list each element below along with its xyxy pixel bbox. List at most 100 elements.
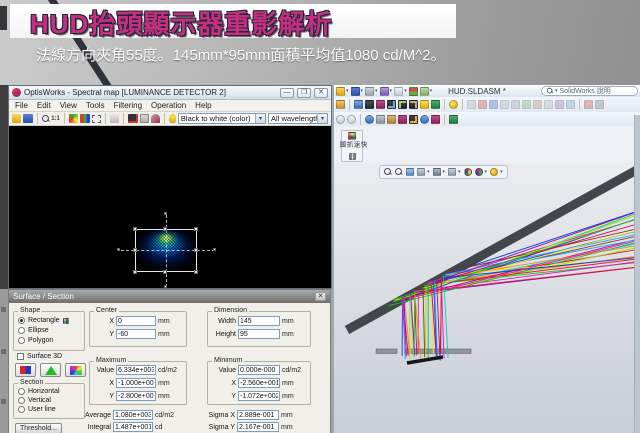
radio-icon[interactable] <box>18 388 25 395</box>
toolbar-icon-insert-component[interactable] <box>336 100 345 109</box>
radio-icon[interactable] <box>18 406 25 413</box>
task-pane-edge[interactable] <box>634 115 640 433</box>
selection-handle[interactable] <box>194 248 198 252</box>
selection-handle[interactable] <box>133 227 137 231</box>
menu-operation[interactable]: Operation <box>151 101 186 110</box>
view-orientation-icon[interactable] <box>433 168 441 176</box>
undo-icon[interactable] <box>380 87 389 96</box>
menu-view[interactable]: View <box>60 101 77 110</box>
selection-handle[interactable] <box>163 227 167 231</box>
radio-icon[interactable] <box>18 327 25 334</box>
print-icon[interactable] <box>365 87 374 96</box>
forward-icon[interactable] <box>347 115 356 124</box>
selection-rectangle[interactable] <box>135 229 197 272</box>
selection-handle[interactable] <box>133 248 137 252</box>
toolbar-icon-sketch[interactable] <box>376 115 385 124</box>
restore-icon[interactable]: ❐ <box>297 88 311 98</box>
sigma-x-input[interactable] <box>237 410 279 420</box>
save-icon[interactable] <box>23 114 32 123</box>
copy-icon[interactable] <box>110 114 119 123</box>
options-icon[interactable] <box>420 87 429 96</box>
max-value-input[interactable] <box>116 365 156 375</box>
edit-appearance-icon[interactable] <box>475 168 483 176</box>
zoom-area-icon[interactable] <box>395 168 403 176</box>
average-input[interactable] <box>113 410 153 420</box>
save-icon[interactable] <box>351 87 360 96</box>
selection-handle[interactable] <box>213 248 216 251</box>
close-icon[interactable]: ✕ <box>314 88 328 98</box>
selection-handle[interactable] <box>194 270 198 274</box>
section-option-user-line[interactable]: User line <box>18 406 56 413</box>
section-view-icon[interactable] <box>417 168 425 176</box>
rebuild-icon[interactable] <box>409 87 418 96</box>
toolbar-icon-assembly-features[interactable] <box>409 100 418 109</box>
close-icon[interactable]: ✕ <box>315 292 326 301</box>
toolbar-icon-smart-fasteners[interactable] <box>376 100 385 109</box>
toolbar-icon-mate[interactable] <box>354 100 363 109</box>
section-option-horizontal[interactable]: Horizontal <box>18 388 60 395</box>
selection-handle[interactable] <box>133 270 137 274</box>
width-input[interactable] <box>238 316 280 326</box>
zoom-1-1-icon[interactable]: 1:1 <box>51 116 60 122</box>
toolbar-icon-linear-pattern[interactable] <box>365 100 374 109</box>
center-x-input[interactable] <box>116 316 156 326</box>
toolbar-icon-reference[interactable] <box>420 100 429 109</box>
color-bars-button[interactable] <box>15 363 36 377</box>
hide-show-items-icon[interactable] <box>464 168 472 176</box>
solidworks-viewport[interactable]: ▾ ▾ ▾ ▾ ▾ <box>334 163 640 433</box>
adjust-icon[interactable] <box>140 114 149 123</box>
open-icon[interactable] <box>336 87 345 96</box>
optisworks-titlebar[interactable]: OptisWorks - Spectral map [LUMINANCE DET… <box>9 86 331 100</box>
min-y-input[interactable] <box>238 391 280 401</box>
shape-option-polygon[interactable]: Polygon <box>18 337 53 344</box>
surface-section-titlebar[interactable]: Surface / Section ✕ <box>9 290 330 303</box>
toolbar-icon-show-hidden[interactable] <box>398 100 407 109</box>
min-x-input[interactable] <box>238 378 280 388</box>
checkbox-icon[interactable] <box>17 353 24 360</box>
selection-handle[interactable] <box>164 285 167 288</box>
wavelength-select[interactable]: All wavelengths <box>268 113 328 124</box>
help-icon[interactable] <box>449 100 458 109</box>
toolbar-icon-move-component[interactable] <box>387 100 396 109</box>
radio-icon[interactable] <box>18 317 25 324</box>
sigma-y-input[interactable] <box>237 422 279 432</box>
shape-option-rectangle[interactable]: Rectangle <box>18 317 69 324</box>
shape-option-ellipse[interactable]: Ellipse <box>18 327 49 334</box>
max-x-input[interactable] <box>116 378 156 388</box>
chromatic-icon[interactable] <box>69 114 78 123</box>
center-y-input[interactable] <box>116 329 156 339</box>
select-icon[interactable] <box>394 87 403 96</box>
luminance-map-canvas[interactable] <box>9 126 331 288</box>
quick-capture-tab[interactable]: 快速抓圖 <box>341 130 363 162</box>
open-icon[interactable] <box>12 114 21 123</box>
height-input[interactable] <box>238 329 280 339</box>
toolbar-icon-display[interactable] <box>409 115 418 124</box>
toolbar-icon-view-settings[interactable] <box>449 115 458 124</box>
surface-3d-checkbox[interactable]: Surface 3D <box>17 353 62 360</box>
solidworks-search-box[interactable]: ▾ SolidWorks 說明 <box>541 86 638 96</box>
menu-help[interactable]: Help <box>195 101 211 110</box>
min-value-input[interactable] <box>238 365 280 375</box>
minimize-icon[interactable]: — <box>280 88 294 98</box>
section-option-vertical[interactable]: Vertical <box>18 397 51 404</box>
menu-tools[interactable]: Tools <box>86 101 105 110</box>
toolbar-icon-annotation[interactable] <box>387 115 396 124</box>
selection-handle[interactable] <box>117 248 120 251</box>
zoom-fit-icon[interactable] <box>384 168 392 176</box>
toolbar-icon-scene[interactable] <box>431 115 440 124</box>
threshold-button[interactable]: Threshold... <box>15 423 62 433</box>
back-icon[interactable] <box>336 115 345 124</box>
toolbar-icon-bom[interactable] <box>431 100 440 109</box>
select-area-icon[interactable] <box>92 115 102 123</box>
measure-icon[interactable] <box>151 114 160 123</box>
selection-handle[interactable] <box>194 227 198 231</box>
menu-edit[interactable]: Edit <box>37 101 51 110</box>
integral-input[interactable] <box>113 422 153 432</box>
toolbar-icon-evaluate[interactable] <box>398 115 407 124</box>
radio-icon[interactable] <box>18 397 25 404</box>
light-source-icon[interactable] <box>169 114 176 123</box>
max-y-input[interactable] <box>116 391 156 401</box>
apply-scene-icon[interactable] <box>490 168 498 176</box>
cie-triangle-button[interactable] <box>40 363 61 377</box>
rgb-filter-icon[interactable] <box>80 114 89 123</box>
